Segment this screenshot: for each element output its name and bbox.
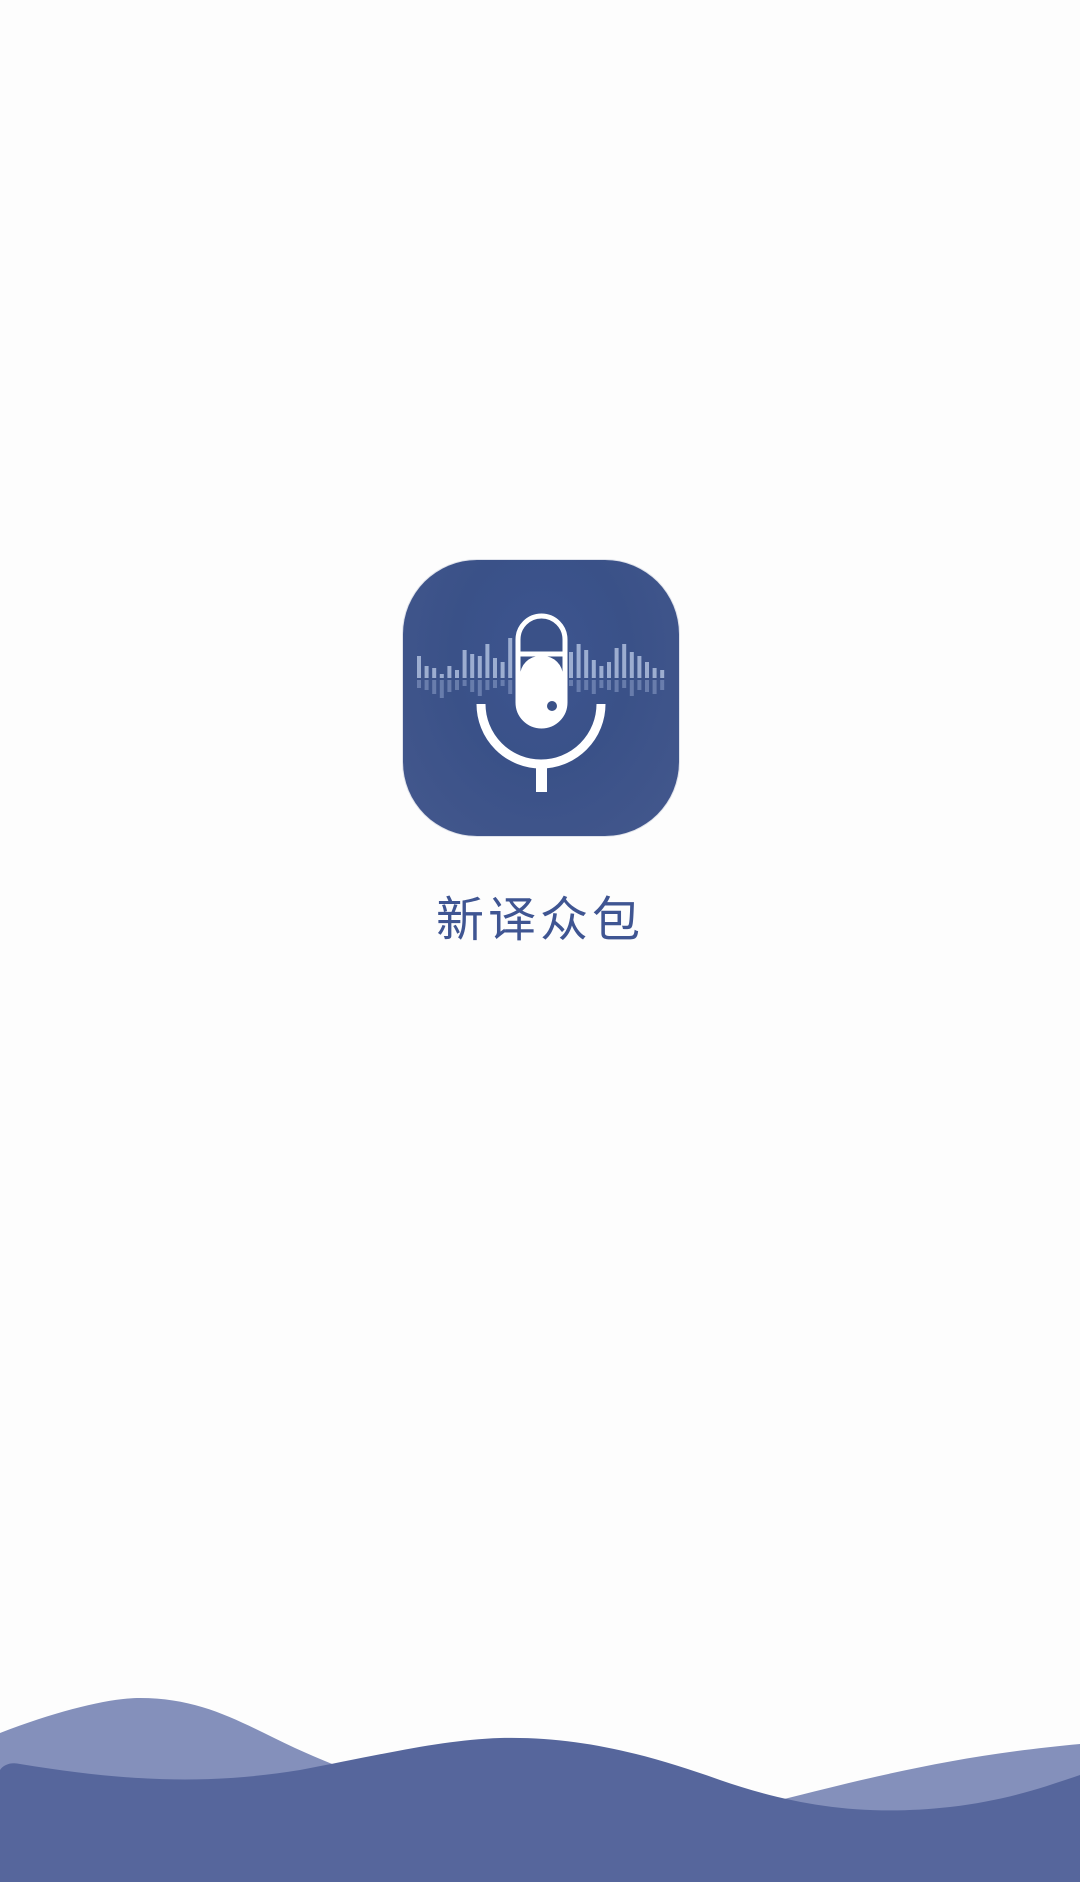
equalizer-reflection-bar bbox=[424, 680, 429, 690]
equalizer-bar bbox=[447, 666, 452, 678]
microphone-icon bbox=[476, 613, 606, 792]
equalizer-reflection-bar bbox=[500, 680, 505, 686]
equalizer-reflection-bar bbox=[660, 680, 665, 690]
equalizer-bar bbox=[614, 648, 619, 678]
equalizer-bar bbox=[432, 668, 437, 678]
equalizer-reflection-bar bbox=[432, 680, 437, 694]
equalizer-reflection-bar bbox=[591, 680, 596, 694]
equalizer-reflection-bar bbox=[637, 680, 642, 690]
equalizer-reflection-bar bbox=[447, 680, 452, 692]
splash-screen: 新译众包 bbox=[0, 0, 1080, 1882]
equalizer-reflection-bar bbox=[462, 680, 467, 686]
equalizer-reflection-bar bbox=[599, 680, 604, 688]
equalizer-reflection-bar bbox=[493, 680, 497, 688]
equalizer-bar bbox=[629, 652, 634, 678]
equalizer-bar bbox=[439, 674, 444, 678]
equalizer-bar bbox=[508, 638, 513, 678]
equalizer-bar bbox=[485, 644, 490, 678]
equalizer-bar bbox=[424, 666, 429, 678]
equalizer-reflection-bar bbox=[477, 680, 482, 696]
equalizer-reflection-bar bbox=[622, 680, 627, 688]
app-logo bbox=[403, 560, 679, 836]
equalizer-bar bbox=[652, 668, 657, 678]
equalizer-bar bbox=[470, 654, 475, 678]
equalizer-bar bbox=[417, 656, 421, 678]
equalizer-reflection-bar bbox=[645, 680, 649, 692]
equalizer-bar bbox=[637, 656, 642, 678]
equalizer-bar bbox=[622, 644, 627, 678]
equalizer-bar bbox=[660, 670, 665, 678]
equalizer-bar bbox=[599, 666, 604, 678]
microphone-soundwave-icon bbox=[417, 613, 665, 792]
equalizer-reflection-bar bbox=[607, 680, 611, 690]
equalizer-reflection-bar bbox=[584, 680, 589, 690]
equalizer-reflection-bar bbox=[439, 680, 444, 698]
equalizer-bar bbox=[591, 660, 596, 678]
equalizer-bar bbox=[500, 662, 505, 678]
equalizer-reflection-bar bbox=[417, 680, 421, 688]
equalizer-bar bbox=[576, 644, 581, 678]
decorative-waves bbox=[0, 1698, 1080, 1882]
equalizer-reflection-bar bbox=[508, 680, 513, 694]
equalizer-reflection-bar bbox=[576, 680, 581, 692]
equalizer-reflection-bar bbox=[485, 680, 490, 690]
equalizer-reflection-bar bbox=[470, 680, 475, 692]
equalizer-reflection-bar bbox=[614, 680, 619, 692]
equalizer-bar bbox=[569, 652, 573, 678]
equalizer-reflection-bar bbox=[629, 680, 634, 696]
app-title: 新译众包 bbox=[435, 892, 644, 948]
equalizer-bar bbox=[584, 650, 589, 678]
equalizer-bar bbox=[493, 658, 497, 678]
equalizer-bar bbox=[455, 670, 459, 678]
equalizer-reflection-bar bbox=[569, 680, 573, 686]
equalizer-reflection-bar bbox=[652, 680, 657, 694]
equalizer-bar bbox=[645, 662, 649, 678]
equalizer-bar bbox=[607, 662, 611, 678]
equalizer-bar bbox=[477, 656, 482, 678]
equalizer-reflection-bar bbox=[455, 680, 459, 690]
equalizer-bar bbox=[462, 650, 467, 678]
